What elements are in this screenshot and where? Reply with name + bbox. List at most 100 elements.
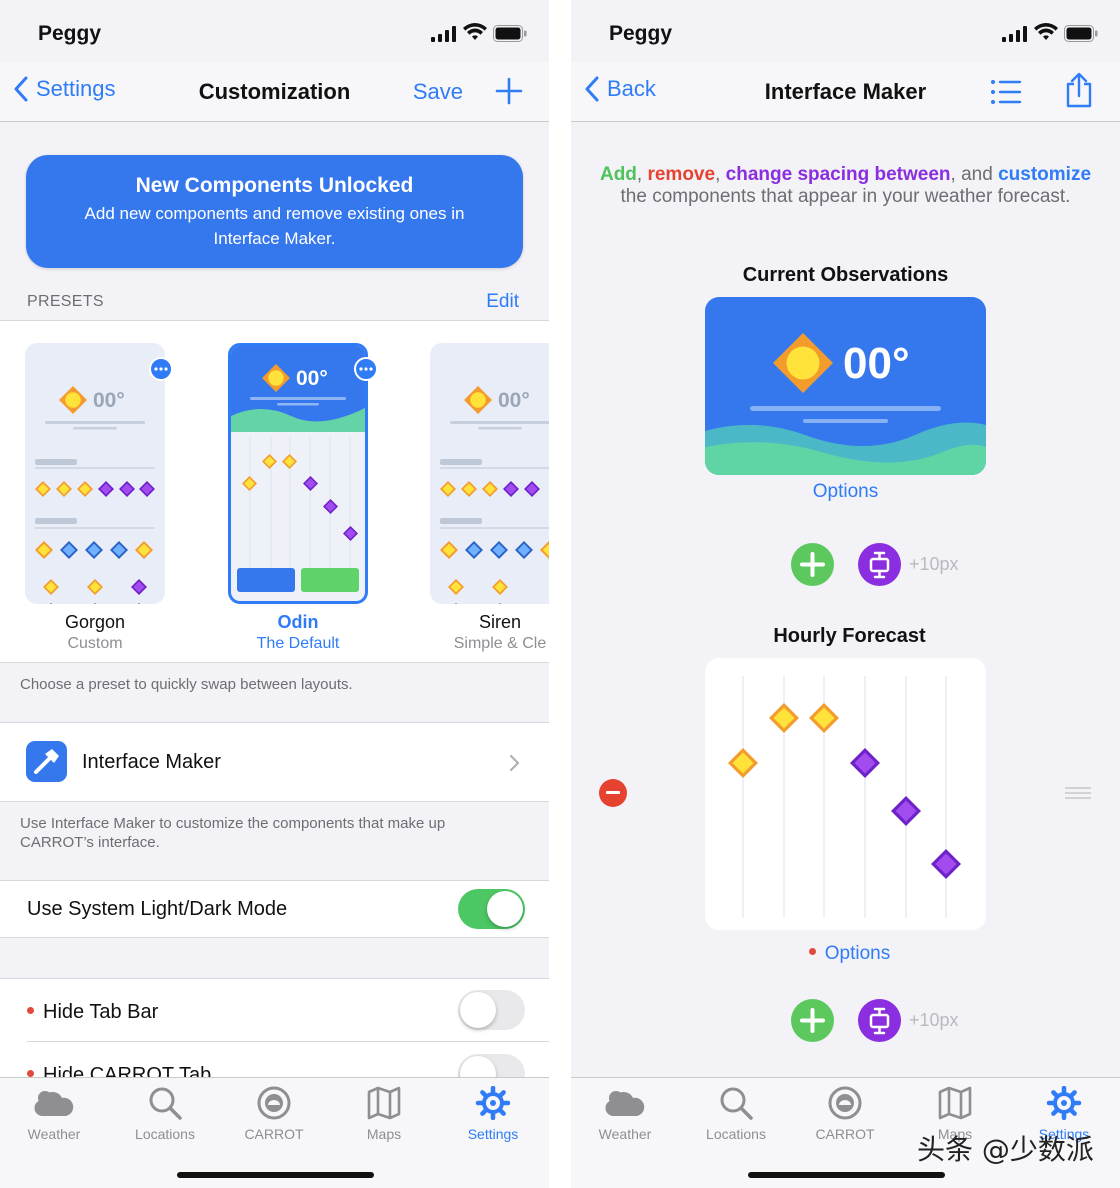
interface-maker-footnote: Use Interface Maker to customize the com… — [20, 815, 446, 851]
spacing-icon — [869, 551, 890, 579]
tab-weather[interactable]: Weather — [4, 1086, 104, 1142]
more-icon[interactable] — [149, 357, 173, 381]
tab-weather[interactable]: Weather — [575, 1086, 675, 1142]
hourly-forecast-preview[interactable] — [705, 658, 986, 930]
presets-edit-button[interactable]: Edit — [486, 291, 519, 313]
tab-locations[interactable]: Locations — [115, 1086, 215, 1142]
spacing-button[interactable] — [858, 543, 901, 586]
plus-icon — [800, 1008, 825, 1033]
preset-gorgon-preview: 00° — [35, 386, 155, 604]
intro-text: Add, remove, change spacing between, and… — [599, 164, 1092, 207]
remove-component-button[interactable] — [599, 779, 627, 807]
preset-odin-preview: 00° — [231, 346, 365, 592]
cellular-signal-icon — [1002, 26, 1027, 42]
presets-footnote: Choose a preset to quickly swap between … — [20, 676, 353, 693]
back-label: Settings — [36, 76, 116, 101]
current-observations-graphic: 00° — [705, 333, 986, 475]
more-icon[interactable] — [354, 357, 378, 381]
tab-bar: Weather Locations CARROT Maps Settings — [0, 1077, 549, 1188]
hide-tab-bar-label: Hide Tab Bar — [27, 1001, 158, 1024]
tab-maps[interactable]: Maps — [334, 1086, 434, 1142]
wifi-icon — [463, 23, 487, 40]
home-indicator — [176, 1172, 374, 1178]
preset-subtitle: The Default — [256, 635, 340, 652]
hammer-icon — [26, 741, 67, 782]
preset-name: Odin — [277, 612, 319, 632]
map-icon — [938, 1086, 972, 1120]
banner-title: New Components Unlocked — [135, 174, 414, 197]
search-icon — [720, 1087, 753, 1120]
preset-thumbnail: 00° — [25, 343, 165, 604]
spacing-value: +10px — [909, 1010, 959, 1030]
back-button[interactable]: Settings — [14, 76, 116, 102]
cloud-icon — [34, 1091, 74, 1116]
hourly-forecast-graphic — [728, 676, 961, 918]
light-dark-row: Use System Light/Dark Mode — [0, 880, 549, 938]
preset-temp: 00° — [93, 389, 125, 412]
hide-tab-bar-toggle[interactable] — [458, 990, 525, 1030]
carrier-label: Peggy — [609, 22, 673, 45]
carrot-robot-icon — [257, 1086, 291, 1120]
battery-icon — [493, 25, 527, 42]
reorder-grip-icon[interactable] — [1065, 787, 1091, 799]
presets-carousel[interactable]: 00° Gorgon Custom 00° Odin The Default 0… — [0, 320, 549, 663]
tab-locations[interactable]: Locations — [686, 1086, 786, 1142]
changed-dot — [808, 948, 816, 956]
spacing-controls-1: +10px — [791, 543, 959, 586]
cloud-icon — [605, 1091, 645, 1116]
search-icon — [149, 1087, 182, 1120]
status-bar: Peggy — [571, 0, 1120, 62]
wifi-icon — [1034, 23, 1058, 40]
preset-thumbnail: 00° — [430, 343, 549, 604]
chevron-left-icon — [585, 76, 599, 102]
tab-settings[interactable]: Settings — [443, 1086, 543, 1142]
navigation-bar: Back Interface Maker — [571, 62, 1120, 122]
current-observations-options-link[interactable]: Options — [571, 481, 1120, 503]
save-button[interactable]: Save — [413, 79, 463, 105]
carrot-robot-icon — [828, 1086, 862, 1120]
presets-header: PRESETS — [27, 293, 104, 310]
preset-temp: 00° — [498, 389, 530, 412]
preset-gorgon[interactable]: 00° Gorgon Custom — [25, 343, 173, 653]
back-button[interactable]: Back — [585, 76, 656, 102]
interface-maker-row[interactable]: Interface Maker — [0, 722, 549, 802]
new-components-banner[interactable]: New Components Unlocked Add new componen… — [26, 155, 523, 268]
interface-maker-label: Interface Maker — [82, 751, 221, 773]
preset-name: Gorgon — [64, 612, 126, 632]
gear-icon — [1046, 1086, 1082, 1120]
spacing-button[interactable] — [858, 999, 901, 1042]
preset-name: Siren — [478, 612, 522, 632]
light-dark-toggle[interactable] — [458, 889, 525, 929]
status-bar: Peggy — [0, 0, 549, 62]
gear-icon — [475, 1086, 511, 1120]
spacing-controls-2: +10px — [791, 999, 959, 1042]
add-component-button[interactable] — [791, 999, 834, 1042]
preset-temp: 00° — [296, 367, 328, 390]
add-component-button[interactable] — [791, 543, 834, 586]
add-icon[interactable] — [495, 77, 523, 105]
preset-odin[interactable]: 00° Odin The Default — [228, 343, 378, 653]
share-icon[interactable] — [1064, 72, 1094, 108]
preset-siren-preview: 00° — [440, 386, 549, 604]
navigation-bar: Settings Customization Save — [0, 62, 549, 122]
hourly-forecast-options-link[interactable]: Options — [579, 943, 1120, 965]
light-dark-label: Use System Light/Dark Mode — [27, 898, 288, 920]
tab-carrot[interactable]: CARROT — [795, 1086, 895, 1142]
home-indicator — [747, 1172, 945, 1178]
map-icon — [367, 1086, 401, 1120]
preset-subtitle: Simple & Cle — [453, 635, 547, 652]
customization-screen: Peggy Settings Customization Save New Co… — [0, 0, 549, 1188]
preset-subtitle: Custom — [67, 635, 123, 652]
watermark-text: 头条 @少数派 — [917, 1133, 1094, 1166]
tab-carrot[interactable]: CARROT — [224, 1086, 324, 1142]
changed-dot — [27, 1007, 34, 1015]
list-icon[interactable] — [990, 78, 1022, 106]
current-observations-preview[interactable]: 00° — [705, 297, 986, 475]
current-observations-title: Current Observations — [742, 264, 949, 286]
back-label: Back — [607, 76, 656, 101]
spacing-value: +10px — [909, 554, 959, 574]
carrier-label: Peggy — [38, 22, 102, 45]
banner-text: Add new components and remove existing o… — [84, 204, 465, 248]
chevron-right-icon — [509, 754, 520, 772]
preset-siren[interactable]: 00° Siren Simple & Cle — [430, 343, 549, 653]
